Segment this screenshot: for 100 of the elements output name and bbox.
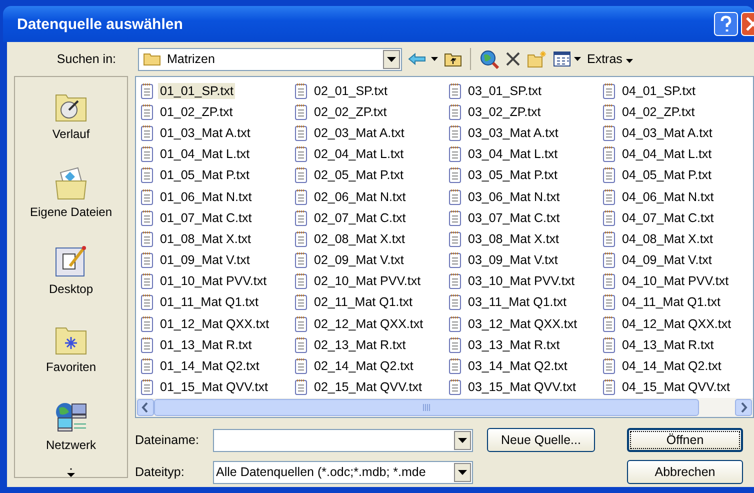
file-name[interactable]: 03_15_Mat QVV.txt [466,379,578,396]
file-name[interactable]: 04_14_Mat Q2.txt [620,358,724,374]
document-folder-icon[interactable] [54,166,88,201]
file-name[interactable]: 01_08_Mat X.txt [158,230,254,247]
file-name[interactable]: 02_04_Mat L.txt [312,146,406,162]
file-name[interactable]: 03_02_ZP.txt [466,104,543,120]
file-name[interactable]: 01_01_SP.txt [158,82,236,99]
file-name[interactable]: 04_13_Mat R.txt [620,336,716,353]
file-name[interactable]: 03_13_Mat R.txt [466,336,562,353]
cancel-button[interactable]: Abbrechen [627,460,743,484]
file-name[interactable]: 02_14_Mat Q2.txt [312,358,416,374]
folder-up-icon[interactable] [444,51,462,67]
caret-icon[interactable] [431,57,438,61]
file-name[interactable]: 03_10_Mat PVV.txt [466,273,577,290]
file-name[interactable]: 01_09_Mat V.txt [158,252,252,268]
file-name[interactable]: 01_12_Mat QXX.txt [158,316,272,332]
file-name[interactable]: 03_12_Mat QXX.txt [466,316,580,332]
file-name[interactable]: 01_06_Mat N.txt [158,188,254,205]
filename-field[interactable] [213,428,473,452]
text-file-icon [294,379,308,396]
scroll-right-icon[interactable] [735,399,752,416]
file-name[interactable]: 02_06_Mat N.txt [312,188,408,205]
file-name[interactable]: 01_07_Mat C.txt [158,210,254,226]
file-name[interactable]: 04_10_Mat PVV.txt [620,273,731,290]
back-arrow-icon[interactable] [408,52,428,66]
file-name[interactable]: 04_15_Mat QVV.txt [620,379,732,396]
file-name[interactable]: 03_05_Mat P.txt [466,167,560,184]
look-in-dropdown[interactable]: Matrizen [138,48,402,70]
file-name[interactable]: 01_13_Mat R.txt [158,336,254,353]
file-name[interactable]: 02_05_Mat P.txt [312,167,406,184]
file-name[interactable]: 02_13_Mat R.txt [312,336,408,353]
file-name[interactable]: 04_02_ZP.txt [620,104,697,120]
file-name[interactable]: 01_10_Mat PVV.txt [158,273,269,290]
file-name[interactable]: 02_10_Mat PVV.txt [312,273,423,290]
file-name[interactable]: 02_07_Mat C.txt [312,210,408,226]
scroll-left-icon[interactable] [137,399,154,416]
file-name[interactable]: 01_14_Mat Q2.txt [158,358,262,374]
delete-icon[interactable] [505,51,521,67]
file-name[interactable]: 03_07_Mat C.txt [466,210,562,226]
file-name[interactable]: 04_11_Mat Q1.txt [620,294,722,310]
caret-icon[interactable] [626,59,633,63]
file-name[interactable]: 03_06_Mat N.txt [466,188,562,205]
file-name[interactable]: 03_04_Mat L.txt [466,146,560,162]
file-name[interactable]: 01_15_Mat QVV.txt [158,379,270,396]
search-web-icon[interactable] [479,49,499,69]
text-file-icon [294,210,308,226]
text-file-icon [448,124,462,141]
file-name[interactable]: 02_09_Mat V.txt [312,252,406,268]
place-label[interactable]: Eigene Dateien [30,204,112,219]
text-file-icon [294,230,308,247]
file-name[interactable]: 04_12_Mat QXX.txt [620,316,734,332]
new-source-button[interactable]: Neue Quelle... [487,428,595,452]
file-name[interactable]: 02_01_SP.txt [312,82,390,99]
desktop-icon[interactable] [54,244,88,278]
text-file-icon [602,210,616,226]
file-name[interactable]: 01_11_Mat Q1.txt [158,294,260,310]
help-icon[interactable] [714,12,738,36]
file-name[interactable]: 04_08_Mat X.txt [620,230,716,247]
file-name[interactable]: 02_03_Mat A.txt [312,124,406,141]
file-name[interactable]: 03_11_Mat Q1.txt [466,294,568,310]
text-file-icon [448,252,462,268]
file-name[interactable]: 04_04_Mat L.txt [620,146,714,162]
file-name[interactable]: 02_02_ZP.txt [312,104,389,120]
filetype-dropdown[interactable]: Alle Datenquellen (*.odc;*.mdb; *.mde [213,460,473,484]
file-name[interactable]: 04_07_Mat C.txt [620,210,716,226]
place-label[interactable]: Favoriten [46,360,96,374]
file-name[interactable]: 04_03_Mat A.txt [620,124,714,141]
view-menu-icon[interactable] [553,51,571,67]
open-button[interactable]: Öffnen [627,428,743,452]
file-name[interactable]: 02_15_Mat QVV.txt [312,379,424,396]
place-label[interactable]: Desktop [48,282,94,296]
file-name[interactable]: 02_08_Mat X.txt [312,230,408,247]
text-file-icon [140,146,154,162]
text-file-icon [448,104,462,120]
text-file-icon [294,316,308,332]
file-name[interactable]: 01_02_ZP.txt [158,104,235,120]
place-label[interactable]: Verlauf [52,127,90,141]
more-icon[interactable] [67,468,75,478]
file-name[interactable]: 02_12_Mat QXX.txt [312,316,426,332]
horizontal-scrollbar[interactable] [136,398,753,417]
file-name[interactable]: 04_09_Mat V.txt [620,252,714,268]
caret-icon[interactable] [574,57,581,61]
file-name[interactable]: 01_05_Mat P.txt [158,167,252,184]
file-name[interactable]: 03_03_Mat A.txt [466,124,560,141]
text-file-icon [140,252,154,268]
place-label[interactable]: Netzwerk [46,438,96,452]
text-file-icon [294,358,308,374]
file-name[interactable]: 03_14_Mat Q2.txt [466,358,570,374]
file-name[interactable]: 03_09_Mat V.txt [466,252,560,268]
file-name[interactable]: 01_03_Mat A.txt [158,124,252,141]
file-name[interactable]: 02_11_Mat Q1.txt [312,294,414,310]
file-name[interactable]: 01_04_Mat L.txt [158,146,252,162]
file-name[interactable]: 04_06_Mat N.txt [620,188,716,205]
file-name[interactable]: 04_01_SP.txt [620,82,698,99]
file-name[interactable]: 04_05_Mat P.txt [620,167,714,184]
file-name[interactable]: 03_08_Mat X.txt [466,230,562,247]
scroll-thumb[interactable] [154,399,699,416]
file-name[interactable]: 03_01_SP.txt [466,82,544,99]
extras-menu[interactable]: Extras [587,52,633,66]
text-file-icon [140,316,154,332]
